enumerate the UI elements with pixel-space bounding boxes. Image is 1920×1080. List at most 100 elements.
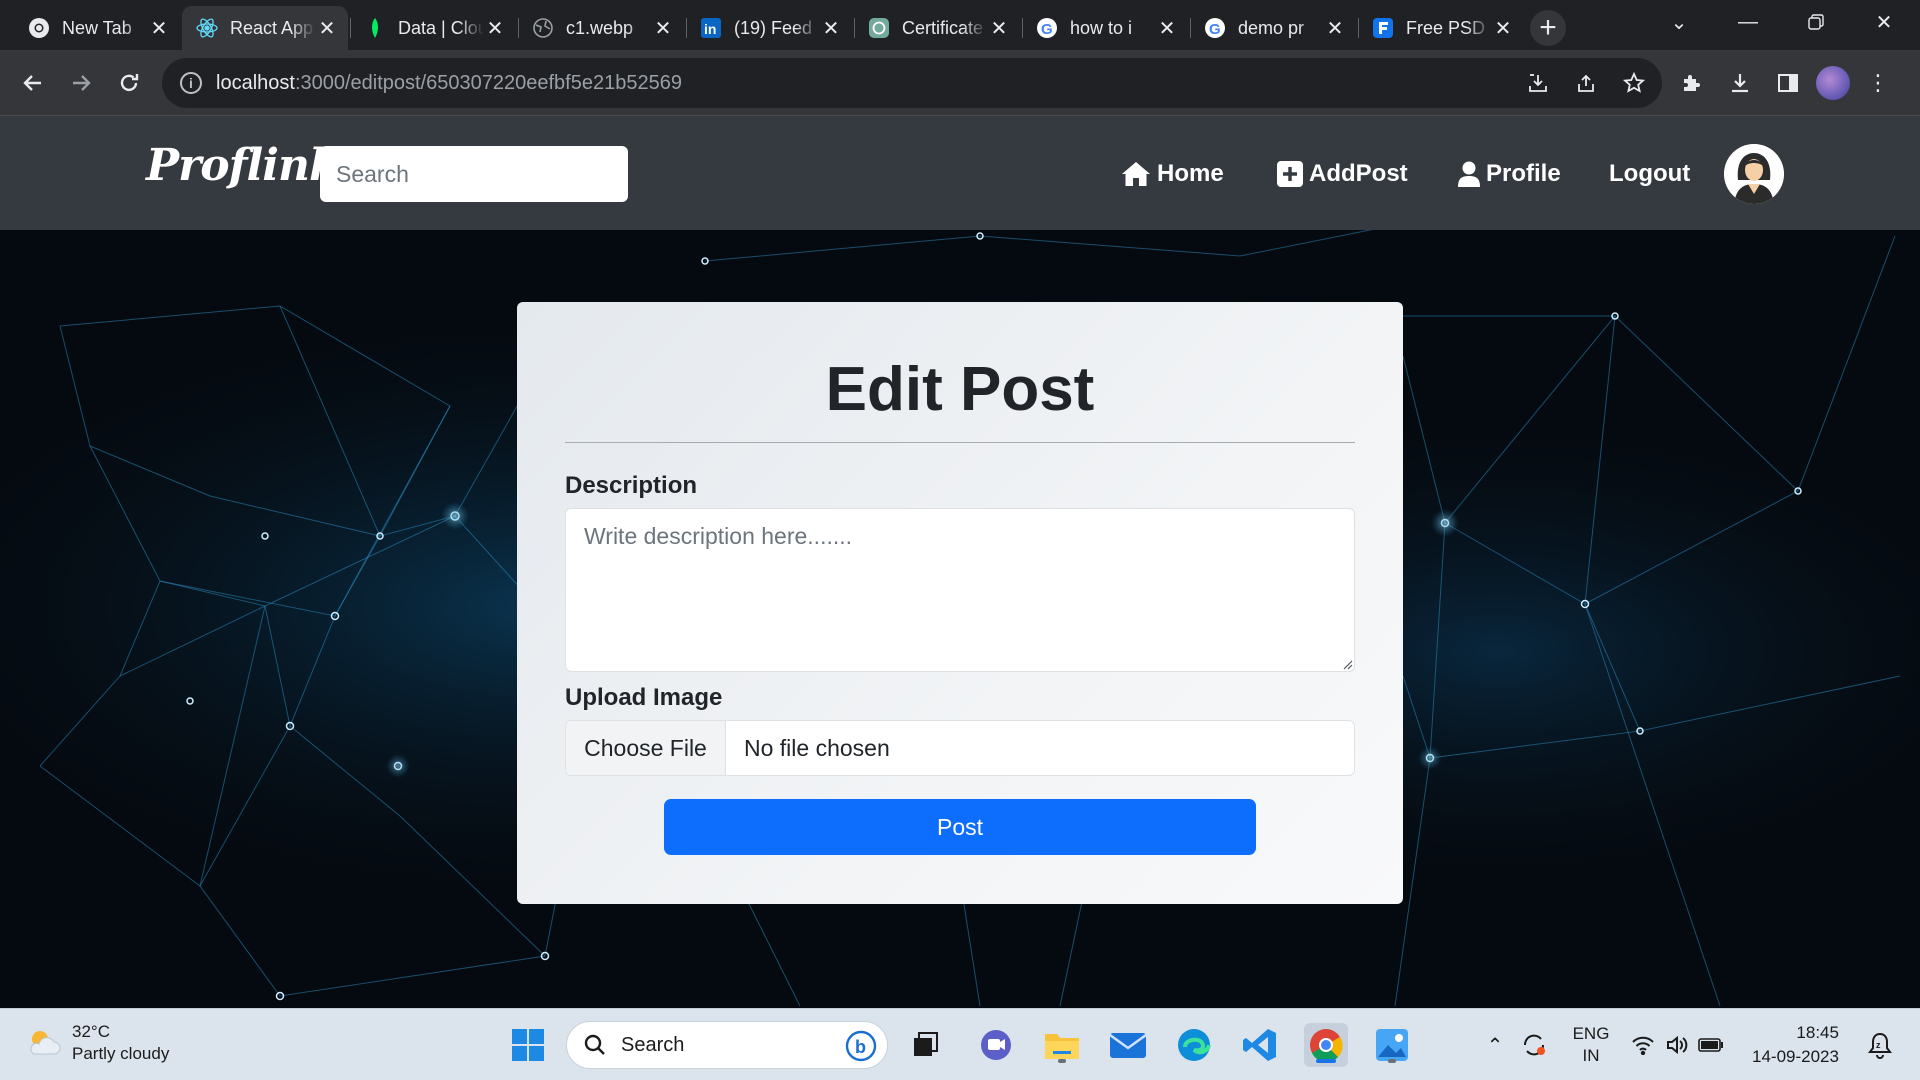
back-button[interactable] <box>14 64 52 102</box>
chevron-up-icon[interactable]: ⌃ <box>1478 1033 1512 1058</box>
new-tab-button[interactable]: + <box>1530 10 1566 46</box>
region-code: IN <box>1582 1046 1600 1065</box>
nav-addpost[interactable]: AddPost <box>1277 146 1408 202</box>
tab-react-app[interactable]: React App ✕ <box>182 6 348 50</box>
chrome-button[interactable] <box>1304 1023 1348 1067</box>
resize-grip-icon[interactable] <box>1341 658 1353 670</box>
tab-title: c1.webp <box>566 17 634 38</box>
system-clock[interactable]: 18:45 14-09-2023 <box>1752 1021 1839 1069</box>
edge-icon <box>1178 1029 1211 1061</box>
tab-google-search-2[interactable]: G demo pr ✕ <box>1190 6 1356 50</box>
file-status-text: No file chosen <box>744 734 890 761</box>
close-icon[interactable]: ✕ <box>1324 17 1346 40</box>
forward-button[interactable] <box>62 64 100 102</box>
svg-text:b: b <box>855 1037 866 1057</box>
share-icon[interactable] <box>1568 65 1604 101</box>
restore-button[interactable] <box>1788 0 1844 44</box>
close-icon[interactable]: ✕ <box>1492 17 1514 40</box>
url-host: localhost <box>216 71 295 94</box>
tab-title: demo pr <box>1238 17 1305 38</box>
menu-kebab-icon[interactable]: ⋮ <box>1858 63 1898 103</box>
notifications-button[interactable]: z <box>1858 1023 1902 1067</box>
close-icon[interactable]: ✕ <box>484 17 506 40</box>
page-title: Edit Post <box>825 355 1095 424</box>
close-icon[interactable]: ✕ <box>652 17 674 40</box>
edge-button[interactable] <box>1172 1023 1216 1067</box>
sync-icon[interactable] <box>1512 1032 1556 1058</box>
tab-c1-webp[interactable]: c1.webp ✕ <box>518 6 684 50</box>
close-icon[interactable]: ✕ <box>316 17 338 40</box>
close-icon[interactable]: ✕ <box>148 17 170 40</box>
close-icon[interactable]: ✕ <box>820 17 842 40</box>
nav-home[interactable]: Home <box>1121 146 1224 202</box>
tab-certificate[interactable]: Certificate ✕ <box>854 6 1020 50</box>
toolbar-right: ⋮ <box>1672 63 1898 103</box>
tab-mongodb[interactable]: Data | Cloud ✕ <box>350 6 516 50</box>
google-icon: G <box>1204 17 1226 39</box>
start-button[interactable] <box>506 1023 550 1067</box>
title-divider <box>565 442 1355 443</box>
browser-toolbar: i localhost:3000/editpost/650307220eefbf… <box>0 50 1920 116</box>
user-avatar[interactable] <box>1724 144 1784 204</box>
task-view-button[interactable] <box>904 1023 948 1067</box>
language-indicator[interactable]: ENG IN <box>1556 1023 1626 1067</box>
tab-separator <box>854 18 855 38</box>
nav-profile[interactable]: Profile <box>1458 146 1561 202</box>
taskbar-search-placeholder: Search <box>621 1033 685 1056</box>
tab-google-search-1[interactable]: G how to i ✕ <box>1022 6 1188 50</box>
svg-text:G: G <box>1041 21 1053 38</box>
search-input[interactable] <box>336 160 632 188</box>
post-button[interactable]: Post <box>664 799 1256 855</box>
reload-icon <box>120 74 139 92</box>
nav-profile-label: Profile <box>1486 160 1561 187</box>
tab-separator <box>1022 18 1023 38</box>
install-app-icon[interactable] <box>1520 65 1556 101</box>
tab-free-psd[interactable]: Free PSD ✕ <box>1358 6 1524 50</box>
tab-separator <box>686 18 687 38</box>
weather-widget[interactable]: 32°C Partly cloudy <box>24 1021 169 1065</box>
vscode-button[interactable] <box>1238 1023 1282 1067</box>
description-label: Description <box>565 472 698 499</box>
mongodb-leaf-icon <box>364 17 386 39</box>
photos-icon <box>1376 1029 1408 1061</box>
tab-new-tab[interactable]: New Tab ✕ <box>14 6 180 50</box>
teams-chat-icon <box>981 1030 1011 1060</box>
side-panel-icon[interactable] <box>1768 63 1808 103</box>
profile-avatar[interactable] <box>1816 66 1850 100</box>
tab-title: New Tab <box>62 17 132 38</box>
wifi-icon[interactable] <box>1626 1035 1660 1055</box>
battery-icon[interactable] <box>1694 1037 1728 1053</box>
teams-chat-button[interactable] <box>974 1023 1018 1067</box>
file-explorer-button[interactable] <box>1040 1023 1084 1067</box>
omnibox-actions <box>1520 58 1652 108</box>
taskbar-search[interactable]: Search b <box>566 1021 888 1069</box>
plus-square-icon <box>1277 161 1303 187</box>
volume-icon[interactable] <box>1660 1034 1694 1056</box>
bing-icon[interactable]: b <box>845 1030 877 1068</box>
address-bar[interactable]: i localhost:3000/editpost/650307220eefbf… <box>162 58 1662 108</box>
globe-icon <box>532 17 554 39</box>
mail-button[interactable] <box>1106 1023 1150 1067</box>
tab-linkedin-feed[interactable]: in (19) Feed ✕ <box>686 6 852 50</box>
photos-button[interactable] <box>1370 1023 1414 1067</box>
running-indicator <box>1058 1059 1066 1063</box>
reload-button[interactable] <box>110 64 148 102</box>
minimize-button[interactable]: — <box>1720 0 1776 44</box>
description-textarea[interactable] <box>565 508 1355 672</box>
brand-logo[interactable]: Proflink <box>146 140 339 191</box>
extensions-puzzle-icon[interactable] <box>1672 63 1712 103</box>
clock-date: 14-09-2023 <box>1752 1047 1839 1066</box>
tab-separator <box>350 18 351 38</box>
close-icon[interactable]: ✕ <box>1156 17 1178 40</box>
file-input[interactable]: Choose File No file chosen <box>565 720 1355 776</box>
downloads-icon[interactable] <box>1720 63 1760 103</box>
nav-logout[interactable]: Logout <box>1609 146 1690 202</box>
tab-search-button[interactable]: ⌄ <box>1651 0 1707 44</box>
close-window-button[interactable]: ✕ <box>1856 0 1912 44</box>
tab-separator <box>1358 18 1359 38</box>
info-icon[interactable]: i <box>180 72 202 94</box>
choose-file-button[interactable]: Choose File <box>566 721 726 775</box>
restore-icon <box>1808 14 1824 30</box>
close-icon[interactable]: ✕ <box>988 17 1010 40</box>
bookmark-star-icon[interactable] <box>1616 65 1652 101</box>
